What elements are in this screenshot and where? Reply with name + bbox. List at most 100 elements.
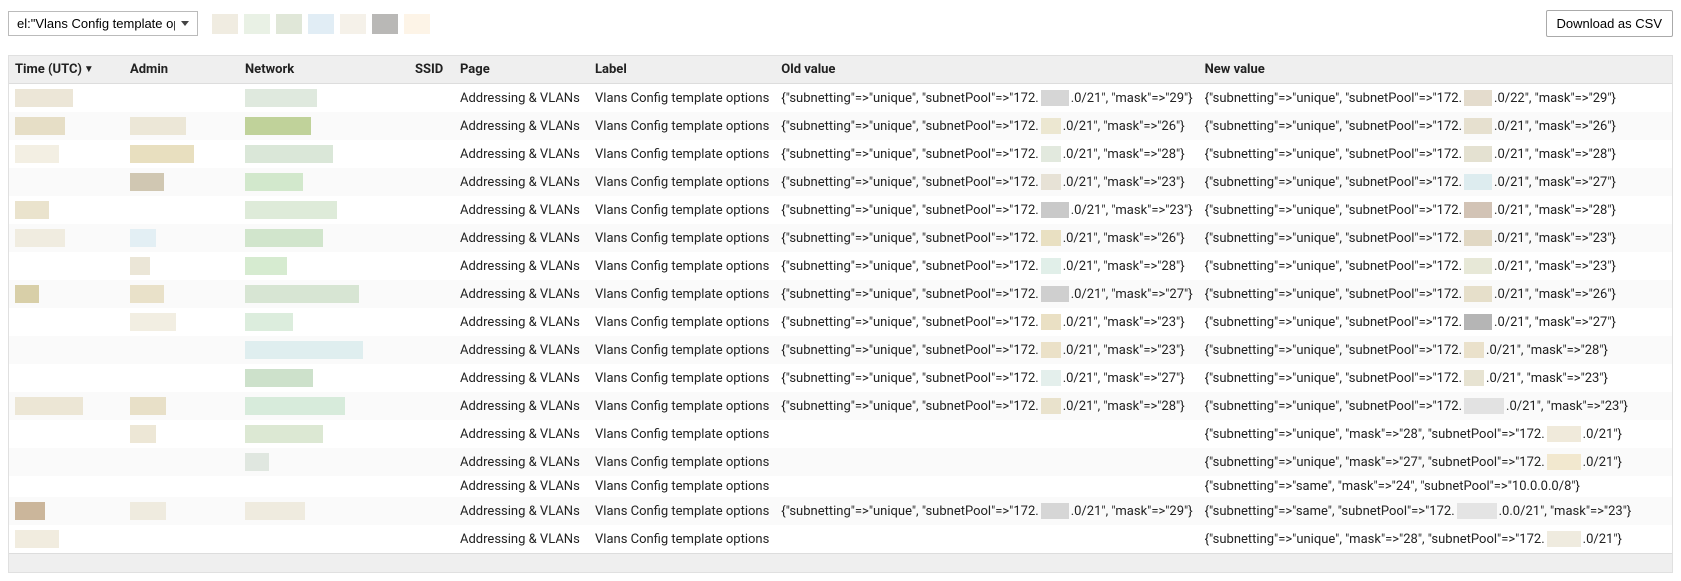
cell-page: Addressing & VLANs [454,224,589,252]
redacted-cell [9,420,124,448]
cell-ssid [409,224,454,252]
cell-ssid [409,84,454,113]
cell-label: Vlans Config template options [589,420,775,448]
cell-new-value: {"subnetting"=>"unique", "subnetPool"=>"… [1199,168,1672,196]
cell-label: Vlans Config template options [589,196,775,224]
redacted-cell [124,112,239,140]
table-row: Addressing & VLANsVlans Config template … [9,308,1672,336]
topbar: el:"Vlans Config template options" Downl… [8,10,1673,37]
redacted-cell [239,525,409,553]
cell-new-value: {"subnetting"=>"unique", "subnetPool"=>"… [1199,308,1672,336]
col-page[interactable]: Page [454,56,589,84]
col-ssid[interactable]: SSID [409,56,454,84]
redacted-cell [124,84,239,113]
redacted-cell [9,392,124,420]
redacted-cell [239,140,409,168]
cell-ssid [409,525,454,553]
col-time[interactable]: Time (UTC)▼ [9,56,124,84]
color-swatch [308,14,334,34]
cell-page: Addressing & VLANs [454,336,589,364]
redacted-cell [9,308,124,336]
col-time-label: Time (UTC) [15,62,82,77]
cell-ssid [409,252,454,280]
cell-old-value: {"subnetting"=>"unique", "subnetPool"=>"… [775,392,1198,420]
redacted-cell [9,252,124,280]
redacted-cell [124,140,239,168]
color-swatch [244,14,270,34]
color-swatch [372,14,398,34]
filter-dropdown[interactable]: el:"Vlans Config template options" [8,11,198,36]
color-swatch [404,14,430,34]
redacted-cell [239,336,409,364]
cell-page: Addressing & VLANs [454,196,589,224]
table-row: Addressing & VLANsVlans Config template … [9,140,1672,168]
cell-new-value: {"subnetting"=>"unique", "subnetPool"=>"… [1199,224,1672,252]
redacted-cell [9,525,124,553]
col-admin[interactable]: Admin [124,56,239,84]
redacted-cell [239,448,409,476]
cell-label: Vlans Config template options [589,112,775,140]
table-row: Addressing & VLANsVlans Config template … [9,364,1672,392]
redacted-cell [239,392,409,420]
redacted-cell [124,280,239,308]
redacted-cell [239,420,409,448]
cell-page: Addressing & VLANs [454,280,589,308]
cell-old-value: {"subnetting"=>"unique", "subnetPool"=>"… [775,336,1198,364]
redacted-cell [9,224,124,252]
cell-ssid [409,392,454,420]
table-row: Addressing & VLANsVlans Config template … [9,448,1672,476]
changelog-table: Time (UTC)▼ Admin Network SSID Page Labe… [8,55,1673,573]
cell-page: Addressing & VLANs [454,364,589,392]
cell-new-value: {"subnetting"=>"unique", "subnetPool"=>"… [1199,364,1672,392]
cell-ssid [409,112,454,140]
cell-old-value [775,525,1198,553]
cell-label: Vlans Config template options [589,252,775,280]
cell-label: Vlans Config template options [589,168,775,196]
cell-label: Vlans Config template options [589,525,775,553]
cell-label: Vlans Config template options [589,84,775,113]
cell-new-value: {"subnetting"=>"unique", "subnetPool"=>"… [1199,84,1672,113]
cell-new-value: {"subnetting"=>"same", "subnetPool"=>"17… [1199,497,1672,525]
cell-page: Addressing & VLANs [454,140,589,168]
cell-old-value: {"subnetting"=>"unique", "subnetPool"=>"… [775,84,1198,113]
chevron-down-icon [181,21,189,26]
table-row: Addressing & VLANsVlans Config template … [9,392,1672,420]
cell-page: Addressing & VLANs [454,476,589,497]
cell-old-value: {"subnetting"=>"unique", "subnetPool"=>"… [775,280,1198,308]
cell-new-value: {"subnetting"=>"unique", "subnetPool"=>"… [1199,140,1672,168]
table-row: Addressing & VLANsVlans Config template … [9,336,1672,364]
table-row: Addressing & VLANsVlans Config template … [9,420,1672,448]
cell-page: Addressing & VLANs [454,420,589,448]
col-new[interactable]: New value [1199,56,1672,84]
redacted-cell [239,112,409,140]
redacted-cell [239,280,409,308]
color-swatch-row [212,14,430,34]
cell-label: Vlans Config template options [589,448,775,476]
table-row: Addressing & VLANsVlans Config template … [9,224,1672,252]
redacted-cell [239,196,409,224]
cell-page: Addressing & VLANs [454,392,589,420]
redacted-cell [9,476,124,497]
cell-old-value [775,476,1198,497]
cell-label: Vlans Config template options [589,308,775,336]
table-row: Addressing & VLANsVlans Config template … [9,168,1672,196]
col-old[interactable]: Old value [775,56,1198,84]
col-label[interactable]: Label [589,56,775,84]
redacted-cell [124,525,239,553]
redacted-cell [124,364,239,392]
cell-old-value: {"subnetting"=>"unique", "subnetPool"=>"… [775,308,1198,336]
table-row: Addressing & VLANsVlans Config template … [9,525,1672,553]
color-swatch [276,14,302,34]
redacted-cell [239,476,409,497]
cell-ssid [409,364,454,392]
redacted-cell [239,308,409,336]
cell-page: Addressing & VLANs [454,448,589,476]
col-network[interactable]: Network [239,56,409,84]
download-csv-button[interactable]: Download as CSV [1546,10,1674,37]
cell-label: Vlans Config template options [589,140,775,168]
cell-old-value: {"subnetting"=>"unique", "subnetPool"=>"… [775,140,1198,168]
redacted-cell [124,196,239,224]
table-row: Addressing & VLANsVlans Config template … [9,476,1672,497]
redacted-cell [9,112,124,140]
redacted-cell [239,497,409,525]
